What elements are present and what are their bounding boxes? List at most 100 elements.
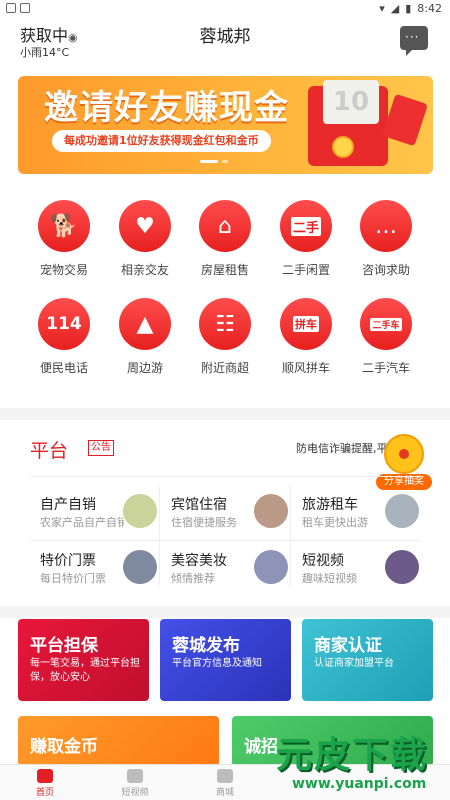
mountain-icon: ▲ — [119, 298, 171, 350]
clock: 8:42 — [417, 2, 442, 15]
service-car-rental[interactable]: 旅游租车 租车更快出游 — [292, 488, 427, 534]
category-label: 相亲交友 — [120, 263, 169, 277]
category-label: 顺风拼车 — [281, 361, 330, 375]
divider — [30, 540, 420, 541]
icon-badge-text: 拼车 — [293, 316, 319, 332]
platform-section: 平台 公告 防电信诈骗提醒,平 分享抽奖 自产自销 农家产品自产自销 宾馆住宿 … — [18, 420, 433, 606]
chat-bubble-icon: … — [360, 200, 412, 252]
category-label: 房屋租售 — [200, 263, 249, 277]
category-carpool[interactable]: 拼车 顺风拼车 — [266, 298, 346, 378]
category-label: 周边游 — [126, 361, 163, 375]
gold-coin-icon — [332, 136, 354, 158]
service-thumbnail — [123, 550, 157, 584]
service-tickets[interactable]: 特价门票 每日特价门票 — [30, 544, 165, 590]
small-red-envelope-icon — [382, 93, 428, 147]
category-supermarket[interactable]: ☷ 附近商超 — [185, 298, 265, 378]
film-reel-icon — [127, 769, 143, 783]
share-lottery-button[interactable]: 分享抽奖 — [376, 434, 432, 492]
service-title: 旅游租车 — [302, 497, 358, 513]
category-label: 宠物交易 — [39, 263, 88, 277]
service-title: 自产自销 — [40, 497, 96, 513]
service-hotel[interactable]: 宾馆住宿 住宿便捷服务 — [161, 488, 296, 534]
promo-platform-guarantee[interactable]: 平台担保 每一笔交易，通过平台担保，放心安心 — [18, 619, 149, 701]
category-label: 咨询求助 — [361, 263, 410, 277]
category-label: 便民电话 — [39, 361, 88, 375]
banner-pager — [200, 160, 228, 163]
service-subtitle: 租车更快出游 — [302, 516, 368, 529]
watermark-logo: 元皮下载 — [276, 735, 429, 776]
carpool-icon: 拼车 — [280, 298, 332, 350]
service-subtitle: 倾情推荐 — [171, 572, 215, 585]
service-thumbnail — [385, 550, 419, 584]
message-dots-icon: ··· — [405, 30, 420, 44]
tile-earn-coins[interactable]: 赚取金币 — [18, 716, 219, 766]
promo-title: 商家认证 — [314, 636, 382, 656]
prize-wheel-icon — [384, 434, 424, 474]
secondhand-tag-icon: 二手 — [280, 200, 332, 252]
notification-a-icon — [20, 3, 30, 13]
category-consult[interactable]: … 咨询求助 — [346, 200, 426, 280]
promo-subtitle: 认证商家加盟平台 — [314, 658, 394, 669]
promo-title: 蓉城发布 — [172, 636, 240, 656]
banner-card-number: 10 — [323, 80, 379, 124]
service-subtitle: 趣味短视频 — [302, 572, 357, 585]
home-icon — [37, 769, 53, 783]
tab-label: 商城 — [215, 788, 234, 798]
announcement-badge: 公告 — [88, 440, 114, 456]
app-header: 获取中◉ 小雨14°C 蓉城邦 ··· — [0, 18, 450, 64]
category-pet-trade[interactable]: 🐕 宠物交易 — [24, 200, 104, 280]
category-phone[interactable]: 114 便民电话 — [24, 298, 104, 378]
tab-mall[interactable]: 商城 — [180, 767, 270, 798]
category-housing[interactable]: ⌂ 房屋租售 — [185, 200, 265, 280]
service-title: 特价门票 — [40, 553, 96, 569]
promo-subtitle: 平台官方信息及通知 — [172, 658, 262, 669]
divider — [30, 476, 420, 477]
tab-label: 短视频 — [121, 788, 149, 798]
tab-short-video[interactable]: 短视频 — [90, 767, 180, 798]
service-title: 美容美妆 — [171, 553, 227, 569]
service-subtitle: 农家产品自产自销 — [40, 516, 124, 529]
service-title: 宾馆住宿 — [171, 497, 227, 513]
category-dating[interactable]: ♥ 相亲交友 — [105, 200, 185, 280]
status-bar: ▾ ◢ ▮ 8:42 — [0, 0, 450, 18]
icon-badge-text: 二手 — [290, 216, 321, 236]
pager-dot — [222, 160, 228, 163]
tab-home[interactable]: 首页 — [0, 767, 90, 798]
service-farm-produce[interactable]: 自产自销 农家产品自产自销 — [30, 488, 165, 534]
promo-merchant-certification[interactable]: 商家认证 认证商家加盟平台 — [302, 619, 433, 701]
used-car-icon: 二手车 — [360, 298, 412, 350]
battery-icon: ▮ — [405, 2, 412, 15]
category-used-car[interactable]: 二手车 二手汽车 — [346, 298, 426, 378]
category-label: 二手汽车 — [361, 361, 410, 375]
service-beauty[interactable]: 美容美妆 倾情推荐 — [161, 544, 296, 590]
notification-image-icon — [6, 3, 16, 13]
service-title: 短视频 — [302, 553, 344, 569]
promo-title: 平台担保 — [30, 636, 98, 656]
message-button[interactable]: ··· — [400, 26, 428, 56]
category-label: 二手闲置 — [281, 263, 330, 277]
category-secondhand[interactable]: 二手 二手闲置 — [266, 200, 346, 280]
section-divider — [0, 606, 450, 618]
house-key-icon: ⌂ — [199, 200, 251, 252]
basket-icon: ☷ — [199, 298, 251, 350]
shop-icon — [217, 769, 233, 783]
category-label: 附近商超 — [200, 361, 249, 375]
platform-title: 平台 — [30, 440, 69, 462]
service-subtitle: 每日特价门票 — [40, 572, 106, 585]
service-thumbnail — [123, 494, 157, 528]
watermark-url: www.yuanpi.com — [292, 776, 427, 792]
service-thumbnail — [385, 494, 419, 528]
heart-hands-icon: ♥ — [119, 200, 171, 252]
dog-icon: 🐕 — [38, 200, 90, 252]
site-watermark: 元皮下载 www.yuanpi.com — [268, 724, 450, 800]
service-subtitle: 住宿便捷服务 — [171, 516, 237, 529]
tab-label: 首页 — [35, 788, 54, 798]
section-divider — [0, 408, 450, 420]
category-travel[interactable]: ▲ 周边游 — [105, 298, 185, 378]
page-title: 蓉城邦 — [199, 27, 251, 47]
promo-official-release[interactable]: 蓉城发布 平台官方信息及通知 — [160, 619, 291, 701]
phone-114-icon: 114 — [38, 298, 90, 350]
pager-dot-active — [200, 160, 218, 163]
banner-subline: 每成功邀请1位好友获得现金红包和金币 — [52, 130, 271, 152]
service-short-video[interactable]: 短视频 趣味短视频 — [292, 544, 427, 590]
